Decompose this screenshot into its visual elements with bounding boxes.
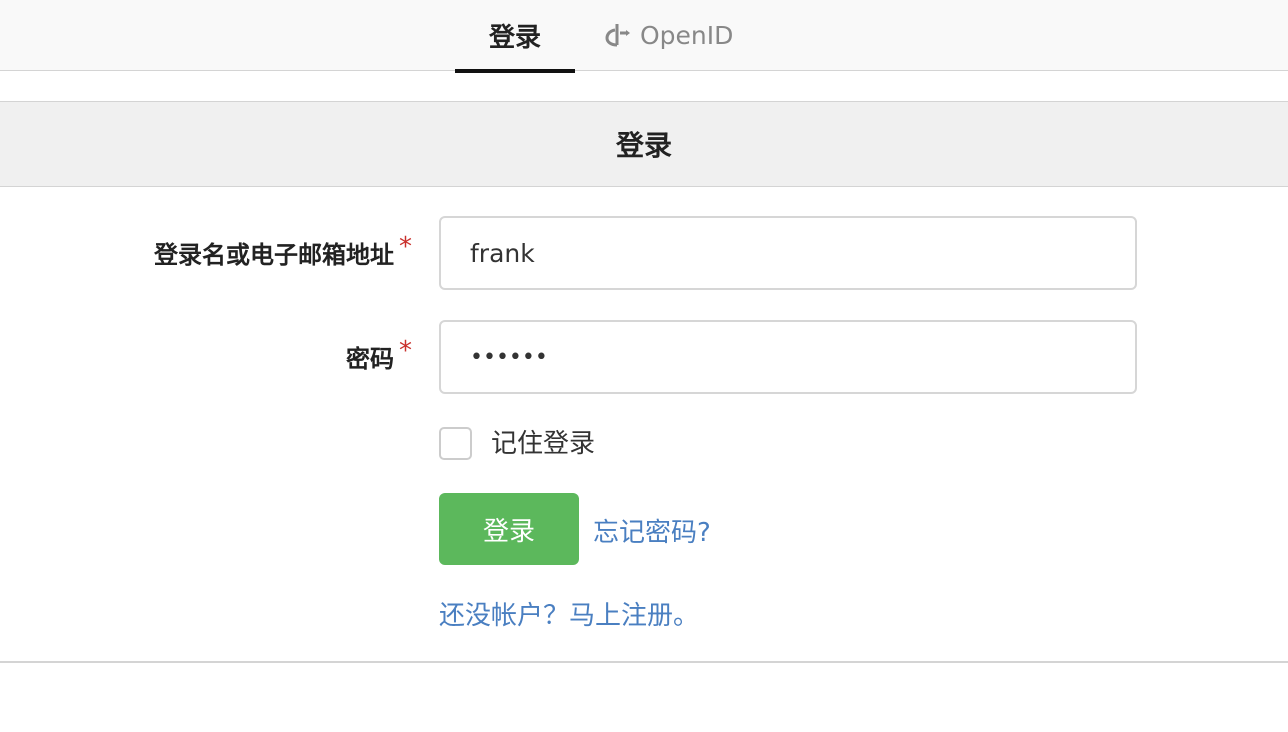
register-link[interactable]: 还没帐户？马上注册。 xyxy=(439,595,699,632)
divider xyxy=(0,661,1288,663)
password-required-mark: * xyxy=(399,336,412,366)
tab-openid[interactable]: OpenID xyxy=(604,0,739,70)
active-tab-indicator xyxy=(455,69,575,73)
remember-login-checkbox[interactable] xyxy=(439,427,472,460)
login-name-input[interactable] xyxy=(439,216,1137,290)
tab-login-label: 登录 xyxy=(488,22,541,53)
password-label: 密码 xyxy=(346,345,394,373)
login-submit-button[interactable]: 登录 xyxy=(439,493,579,565)
tab-bar: 登录 OpenID xyxy=(0,0,1288,73)
forgot-password-link[interactable]: 忘记密码? xyxy=(593,512,711,549)
login-name-required-mark: * xyxy=(399,232,412,262)
password-input[interactable] xyxy=(439,320,1137,394)
tab-openid-label: OpenID xyxy=(640,20,734,50)
login-name-label: 登录名或电子邮箱地址 xyxy=(154,241,394,269)
panel-title: 登录 xyxy=(0,101,1288,187)
remember-login-label[interactable]: 记住登录 xyxy=(491,427,595,461)
panel-title-text: 登录 xyxy=(615,129,672,162)
openid-icon xyxy=(605,24,630,47)
tab-login[interactable]: 登录 xyxy=(455,0,575,73)
